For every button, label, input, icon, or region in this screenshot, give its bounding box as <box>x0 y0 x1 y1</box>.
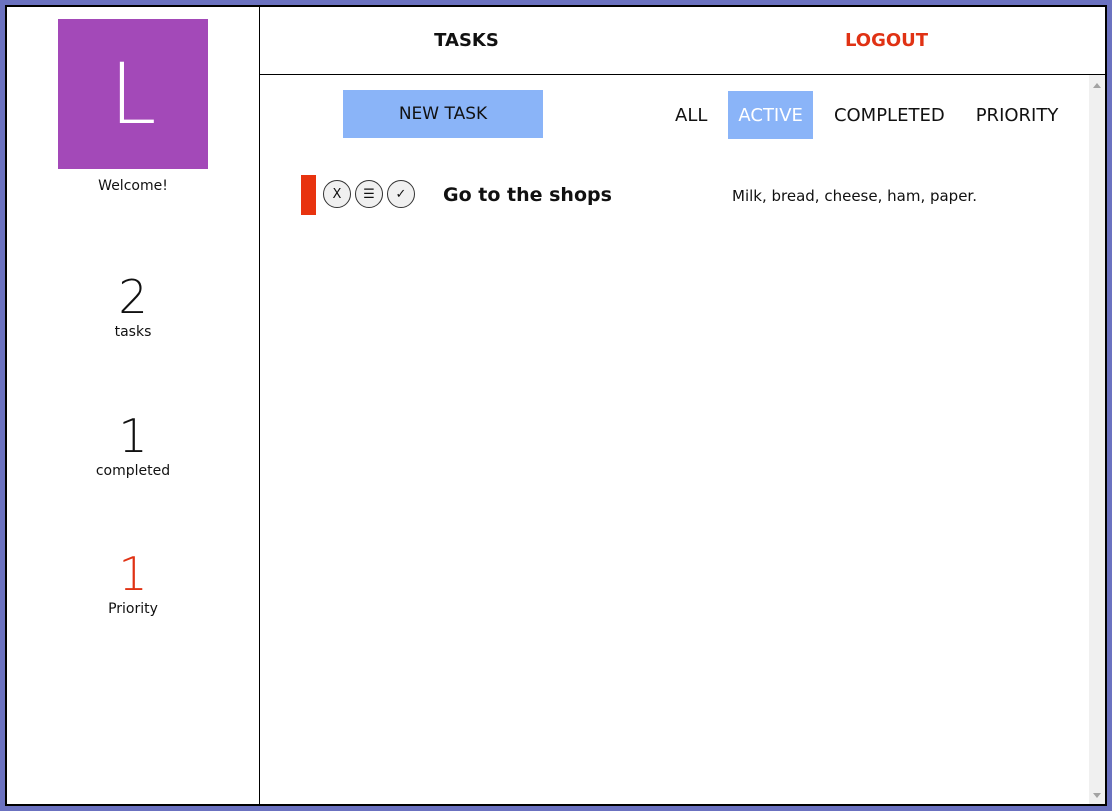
task-details-button[interactable]: ☰ <box>355 180 383 208</box>
stat-completed-label: completed <box>95 463 171 479</box>
sidebar: L Welcome! 2 tasks 1 completed 1 Priorit… <box>7 7 260 804</box>
delete-task-button[interactable]: X <box>323 180 351 208</box>
nav-tasks-link[interactable]: TASKS <box>260 7 673 74</box>
logout-link[interactable]: LOGOUT <box>680 7 1093 74</box>
filter-active[interactable]: ACTIVE <box>728 91 813 139</box>
stat-priority: 1 Priority <box>7 547 259 617</box>
filter-all[interactable]: ALL <box>665 91 717 139</box>
scroll-up-arrow-icon[interactable] <box>1093 83 1101 88</box>
stat-completed-count: 1 <box>118 409 148 463</box>
avatar: L <box>58 19 208 169</box>
filter-priority[interactable]: PRIORITY <box>966 91 1069 139</box>
stat-completed: 1 completed <box>7 409 259 479</box>
priority-indicator <box>301 175 316 215</box>
filter-tabs: ALL ACTIVE COMPLETED PRIORITY <box>665 91 1079 139</box>
stat-priority-label: Priority <box>108 601 158 617</box>
stat-tasks-count: 2 <box>118 270 148 324</box>
task-description: Milk, bread, cheese, ham, paper. <box>732 187 977 205</box>
top-nav: TASKS LOGOUT <box>260 7 1105 75</box>
vertical-scrollbar[interactable] <box>1089 75 1105 804</box>
complete-task-button[interactable]: ✓ <box>387 180 415 208</box>
main-panel: TASKS LOGOUT NEW TASK ALL ACTIVE COMPLET… <box>260 7 1105 804</box>
task-row: X ☰ ✓ Go to the shops Milk, bread, chees… <box>301 175 1081 215</box>
stat-tasks-label: tasks <box>114 324 152 340</box>
stat-priority-count: 1 <box>118 547 148 601</box>
scroll-down-arrow-icon[interactable] <box>1093 793 1101 798</box>
task-content: NEW TASK ALL ACTIVE COMPLETED PRIORITY X… <box>260 75 1088 804</box>
new-task-button[interactable]: NEW TASK <box>343 90 543 138</box>
welcome-text: Welcome! <box>98 178 168 194</box>
filter-completed[interactable]: COMPLETED <box>824 91 955 139</box>
app-window: L Welcome! 2 tasks 1 completed 1 Priorit… <box>5 5 1107 806</box>
task-title: Go to the shops <box>443 184 612 206</box>
stat-tasks: 2 tasks <box>7 270 259 340</box>
